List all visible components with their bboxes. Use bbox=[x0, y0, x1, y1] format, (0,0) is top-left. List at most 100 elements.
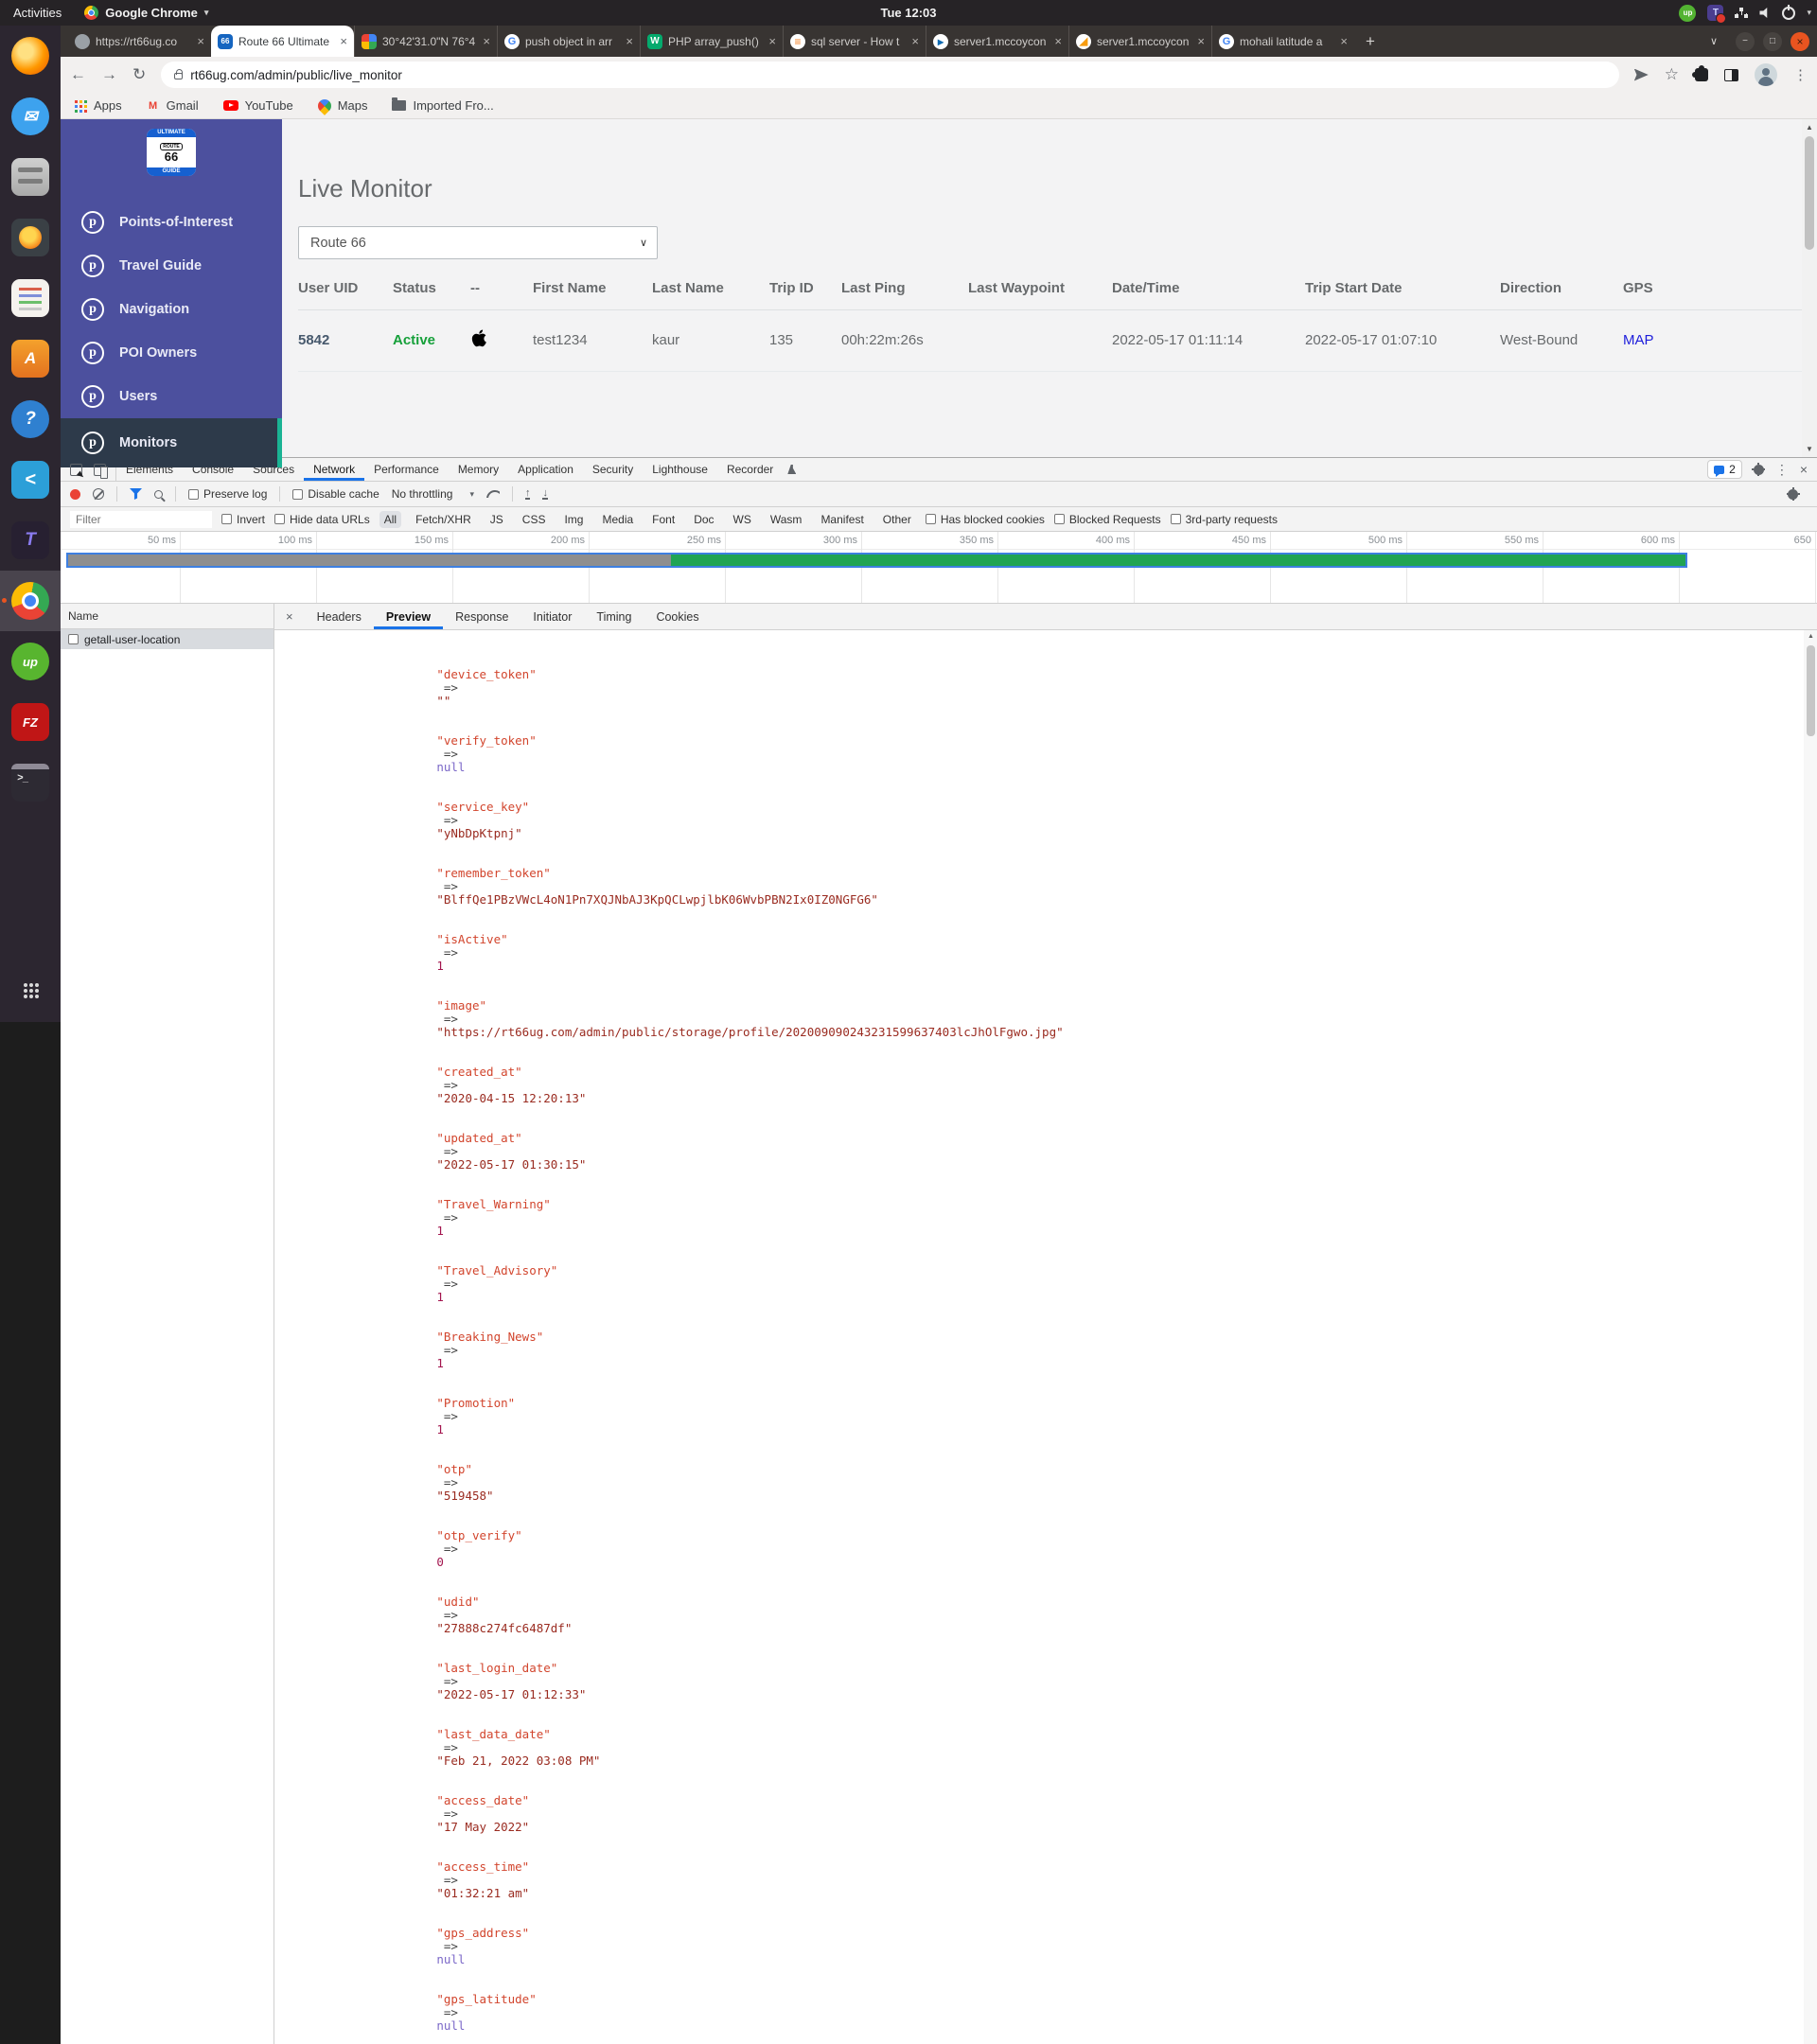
sidebar-item[interactable]: p Users bbox=[61, 375, 282, 418]
show-applications-icon[interactable] bbox=[24, 983, 27, 987]
detail-tab[interactable]: Initiator bbox=[520, 604, 584, 629]
map-link[interactable]: MAP bbox=[1623, 332, 1802, 348]
request-type-filter[interactable]: CSS bbox=[518, 511, 551, 528]
bookmark-item[interactable]: Maps bbox=[318, 98, 368, 113]
checkbox-icon[interactable] bbox=[1171, 514, 1181, 524]
bookmark-star-icon[interactable]: ☆ bbox=[1665, 65, 1679, 84]
blocked-requests-checkbox[interactable]: Blocked Requests bbox=[1054, 513, 1161, 526]
sidebar-item[interactable]: p Monitors bbox=[61, 418, 282, 467]
tab-close-icon[interactable]: × bbox=[1054, 34, 1062, 48]
scrollbar-thumb[interactable] bbox=[1805, 136, 1814, 250]
dock-item[interactable]: ? bbox=[0, 389, 61, 449]
share-icon[interactable] bbox=[1634, 69, 1649, 81]
upwork-tray-icon[interactable]: up bbox=[1679, 5, 1696, 22]
record-icon[interactable] bbox=[70, 489, 80, 500]
dock-item[interactable]: < bbox=[0, 449, 61, 510]
profile-avatar[interactable] bbox=[1755, 63, 1777, 86]
devtools-settings-icon[interactable] bbox=[1754, 465, 1764, 475]
request-type-filter[interactable]: Other bbox=[878, 511, 916, 528]
browser-tab[interactable]: G mohali latitude a × bbox=[1211, 26, 1354, 57]
dock-item[interactable] bbox=[0, 26, 61, 86]
request-type-filter[interactable]: Media bbox=[597, 511, 638, 528]
overview-waterfall-bar[interactable] bbox=[66, 553, 1687, 568]
activities-button[interactable]: Activities bbox=[0, 6, 75, 20]
browser-tab[interactable]: ▸ server1.mccoycon × bbox=[926, 26, 1068, 57]
scrollbar-thumb[interactable] bbox=[1807, 645, 1815, 736]
dock-item[interactable]: A bbox=[0, 328, 61, 389]
dock-item[interactable] bbox=[0, 268, 61, 328]
request-type-filter[interactable]: WS bbox=[729, 511, 756, 528]
devtools-menu-icon[interactable]: ⋮ bbox=[1775, 462, 1789, 478]
checkbox-icon[interactable] bbox=[1054, 514, 1065, 524]
dock-item[interactable] bbox=[0, 147, 61, 207]
third-party-requests-checkbox[interactable]: 3rd-party requests bbox=[1171, 513, 1278, 526]
checkbox-icon[interactable] bbox=[274, 514, 285, 524]
inspect-element-icon[interactable] bbox=[70, 464, 82, 476]
dock-item[interactable]: T bbox=[0, 510, 61, 571]
back-button[interactable]: ← bbox=[70, 65, 86, 84]
sidebar-item[interactable]: p Navigation bbox=[61, 288, 282, 331]
issues-counter[interactable]: 2 bbox=[1707, 460, 1742, 479]
checkbox-icon[interactable] bbox=[68, 634, 79, 644]
chevron-down-icon[interactable]: ▾ bbox=[1807, 8, 1811, 18]
request-type-filter[interactable]: Wasm bbox=[766, 511, 807, 528]
tab-close-icon[interactable]: × bbox=[626, 34, 633, 48]
request-type-filter[interactable]: Font bbox=[647, 511, 679, 528]
filter-input[interactable] bbox=[70, 511, 212, 528]
detail-tab[interactable]: Headers bbox=[305, 604, 374, 629]
devtools-tab[interactable]: Recorder bbox=[717, 458, 783, 481]
tab-close-icon[interactable]: × bbox=[483, 34, 490, 48]
request-type-filter[interactable]: Fetch/XHR bbox=[411, 511, 476, 528]
maximize-button[interactable]: □ bbox=[1763, 32, 1782, 51]
devtools-tab[interactable]: Memory bbox=[449, 458, 508, 481]
sidebar-item[interactable]: p Travel Guide bbox=[61, 244, 282, 288]
checkbox-icon[interactable] bbox=[221, 514, 232, 524]
device-toolbar-icon[interactable] bbox=[94, 464, 106, 476]
filter-icon[interactable] bbox=[130, 488, 142, 500]
has-blocked-cookies-checkbox[interactable]: Has blocked cookies bbox=[926, 513, 1045, 526]
network-overview-timeline[interactable]: 50 ms 100 ms 150 ms 200 ms 250 ms 300 ms bbox=[61, 532, 1817, 604]
network-icon[interactable] bbox=[1735, 8, 1748, 19]
detail-tab[interactable]: Cookies bbox=[644, 604, 711, 629]
tab-close-icon[interactable]: × bbox=[340, 34, 347, 48]
chrome-menu-icon[interactable]: ⋮ bbox=[1793, 66, 1808, 83]
tab-close-icon[interactable]: × bbox=[911, 34, 919, 48]
dock-item[interactable]: up bbox=[0, 631, 61, 692]
request-type-filter[interactable]: All bbox=[379, 511, 401, 528]
reload-button[interactable]: ↻ bbox=[132, 65, 146, 84]
forward-button[interactable]: → bbox=[101, 65, 117, 84]
checkbox-icon[interactable] bbox=[292, 489, 303, 500]
network-conditions-icon[interactable] bbox=[486, 490, 500, 498]
devtools-tab[interactable]: Network bbox=[304, 458, 364, 481]
bookmark-item[interactable]: M Gmail bbox=[147, 98, 199, 113]
dock-item[interactable] bbox=[0, 571, 61, 631]
scroll-up-icon[interactable]: ▲ bbox=[1806, 123, 1813, 132]
devtools-tab[interactable]: Security bbox=[583, 458, 643, 481]
tab-close-icon[interactable]: × bbox=[197, 34, 204, 48]
preserve-log-checkbox[interactable]: Preserve log bbox=[188, 487, 267, 501]
notification-tray-icon[interactable]: T bbox=[1707, 5, 1723, 21]
dock-item[interactable]: FZ bbox=[0, 692, 61, 752]
preview-scrollbar[interactable]: ▲ ▼ bbox=[1804, 630, 1817, 2044]
extensions-icon[interactable] bbox=[1695, 68, 1708, 81]
volume-icon[interactable] bbox=[1759, 8, 1771, 18]
tab-close-icon[interactable]: × bbox=[1197, 34, 1205, 48]
deselect-request-icon[interactable]: × bbox=[274, 609, 305, 624]
detail-tab[interactable]: Timing bbox=[584, 604, 644, 629]
page-scrollbar[interactable]: ▲ ▼ bbox=[1802, 119, 1817, 457]
network-settings-icon[interactable] bbox=[1788, 489, 1798, 500]
dock-item[interactable]: >_ bbox=[0, 752, 61, 813]
dock-item[interactable] bbox=[0, 207, 61, 268]
devtools-tab[interactable]: Application bbox=[508, 458, 583, 481]
devtools-tab[interactable]: Lighthouse bbox=[643, 458, 717, 481]
checkbox-icon[interactable] bbox=[188, 489, 199, 500]
url-text[interactable]: rt66ug.com/admin/public/live_monitor bbox=[190, 68, 402, 82]
hide-data-urls-checkbox[interactable]: Hide data URLs bbox=[274, 513, 370, 526]
tab-close-icon[interactable]: × bbox=[1340, 34, 1348, 48]
checkbox-icon[interactable] bbox=[926, 514, 936, 524]
bookmark-item[interactable]: YouTube bbox=[223, 98, 293, 113]
request-row[interactable]: getall-user-location bbox=[61, 629, 273, 649]
tab-search-chevron-icon[interactable]: ∨ bbox=[1710, 35, 1718, 47]
request-type-filter[interactable]: Doc bbox=[689, 511, 718, 528]
browser-tab[interactable]: G push object in arr × bbox=[497, 26, 640, 57]
